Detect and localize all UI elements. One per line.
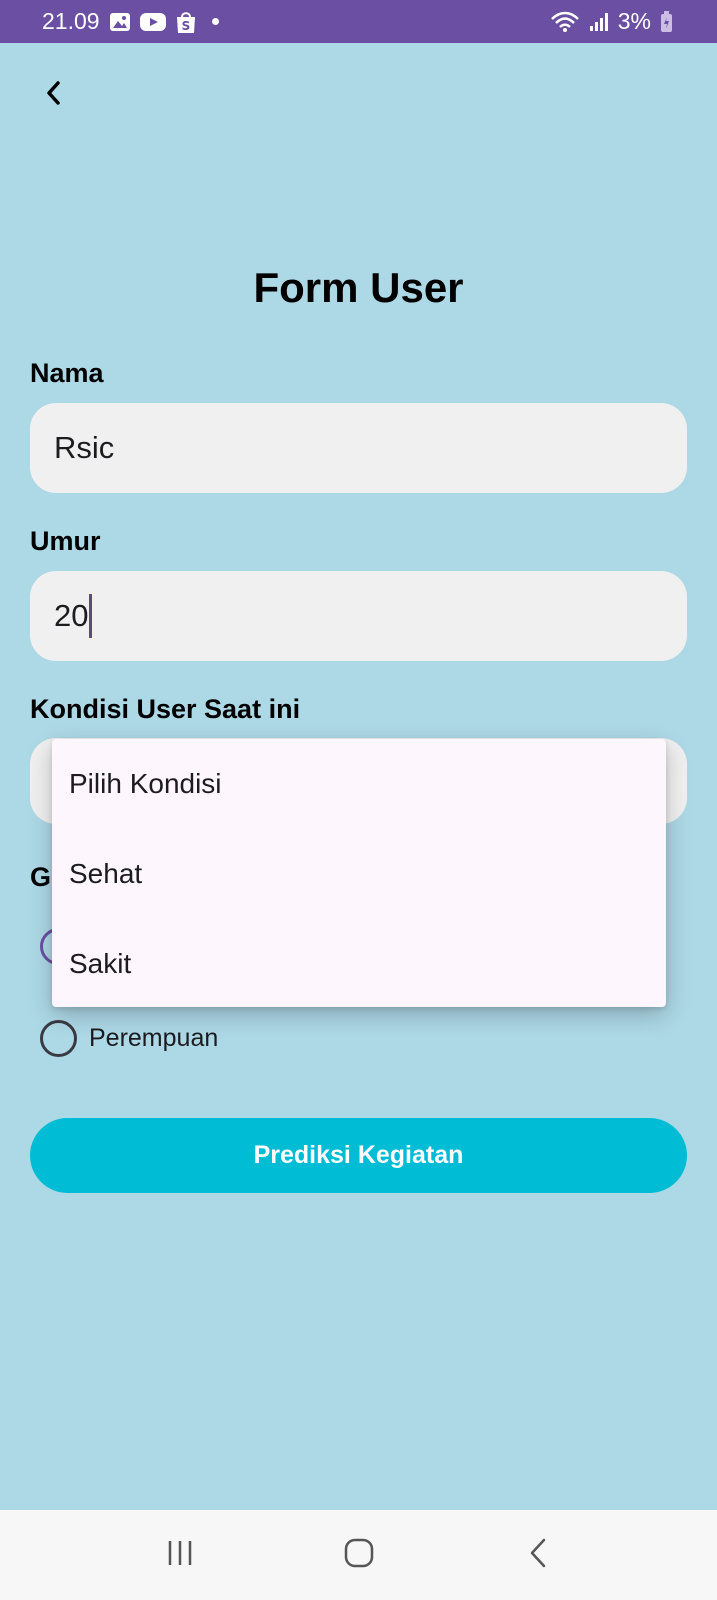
gender-option-perempuan[interactable]: Perempuan [40, 1020, 218, 1057]
age-label: Umur [30, 526, 101, 556]
recent-apps-button[interactable] [150, 1525, 210, 1585]
text-cursor [89, 594, 93, 638]
name-field[interactable]: Rsic [30, 403, 687, 493]
gender-label: G [30, 862, 52, 892]
back-button[interactable] [30, 72, 76, 118]
radio-button-icon[interactable] [40, 1020, 77, 1057]
shopee-icon: S [175, 10, 197, 34]
battery-percent: 3% [617, 8, 651, 34]
condition-dropdown-menu: Pilih Kondisi Sehat Sakit [52, 739, 666, 1007]
status-time: 21.09 [42, 8, 100, 34]
age-value: 20 [54, 598, 89, 633]
age-field[interactable]: 20 [30, 571, 687, 661]
dropdown-item-pilih-kondisi[interactable]: Pilih Kondisi [52, 739, 666, 829]
predict-activity-button[interactable]: Prediksi Kegiatan [30, 1118, 687, 1193]
name-value: Rsic [54, 430, 115, 465]
dropdown-item-sakit[interactable]: Sakit [52, 919, 666, 1009]
chevron-left-icon [43, 80, 63, 111]
back-icon [526, 1537, 550, 1574]
status-right: 3% [550, 8, 673, 35]
condition-label: Kondisi User Saat ini [30, 694, 301, 724]
gender-option-perempuan-label: Perempuan [89, 1024, 219, 1052]
wifi-icon [550, 11, 580, 33]
status-bar: 21.09 S 3% [0, 0, 717, 43]
notification-dot-icon [211, 18, 219, 25]
gallery-icon [109, 12, 131, 32]
home-button[interactable] [329, 1525, 389, 1585]
nav-back-button[interactable] [508, 1525, 568, 1585]
status-left: 21.09 S [42, 8, 219, 35]
recent-apps-icon [165, 1538, 195, 1573]
battery-charging-icon [660, 10, 673, 33]
signal-icon [589, 12, 609, 32]
home-icon [343, 1537, 375, 1574]
youtube-icon [139, 12, 166, 32]
page-title: Form User [253, 264, 464, 311]
svg-text:S: S [181, 19, 190, 33]
name-label: Nama [30, 358, 104, 388]
navigation-bar [0, 1510, 717, 1600]
dropdown-item-sehat[interactable]: Sehat [52, 829, 666, 919]
